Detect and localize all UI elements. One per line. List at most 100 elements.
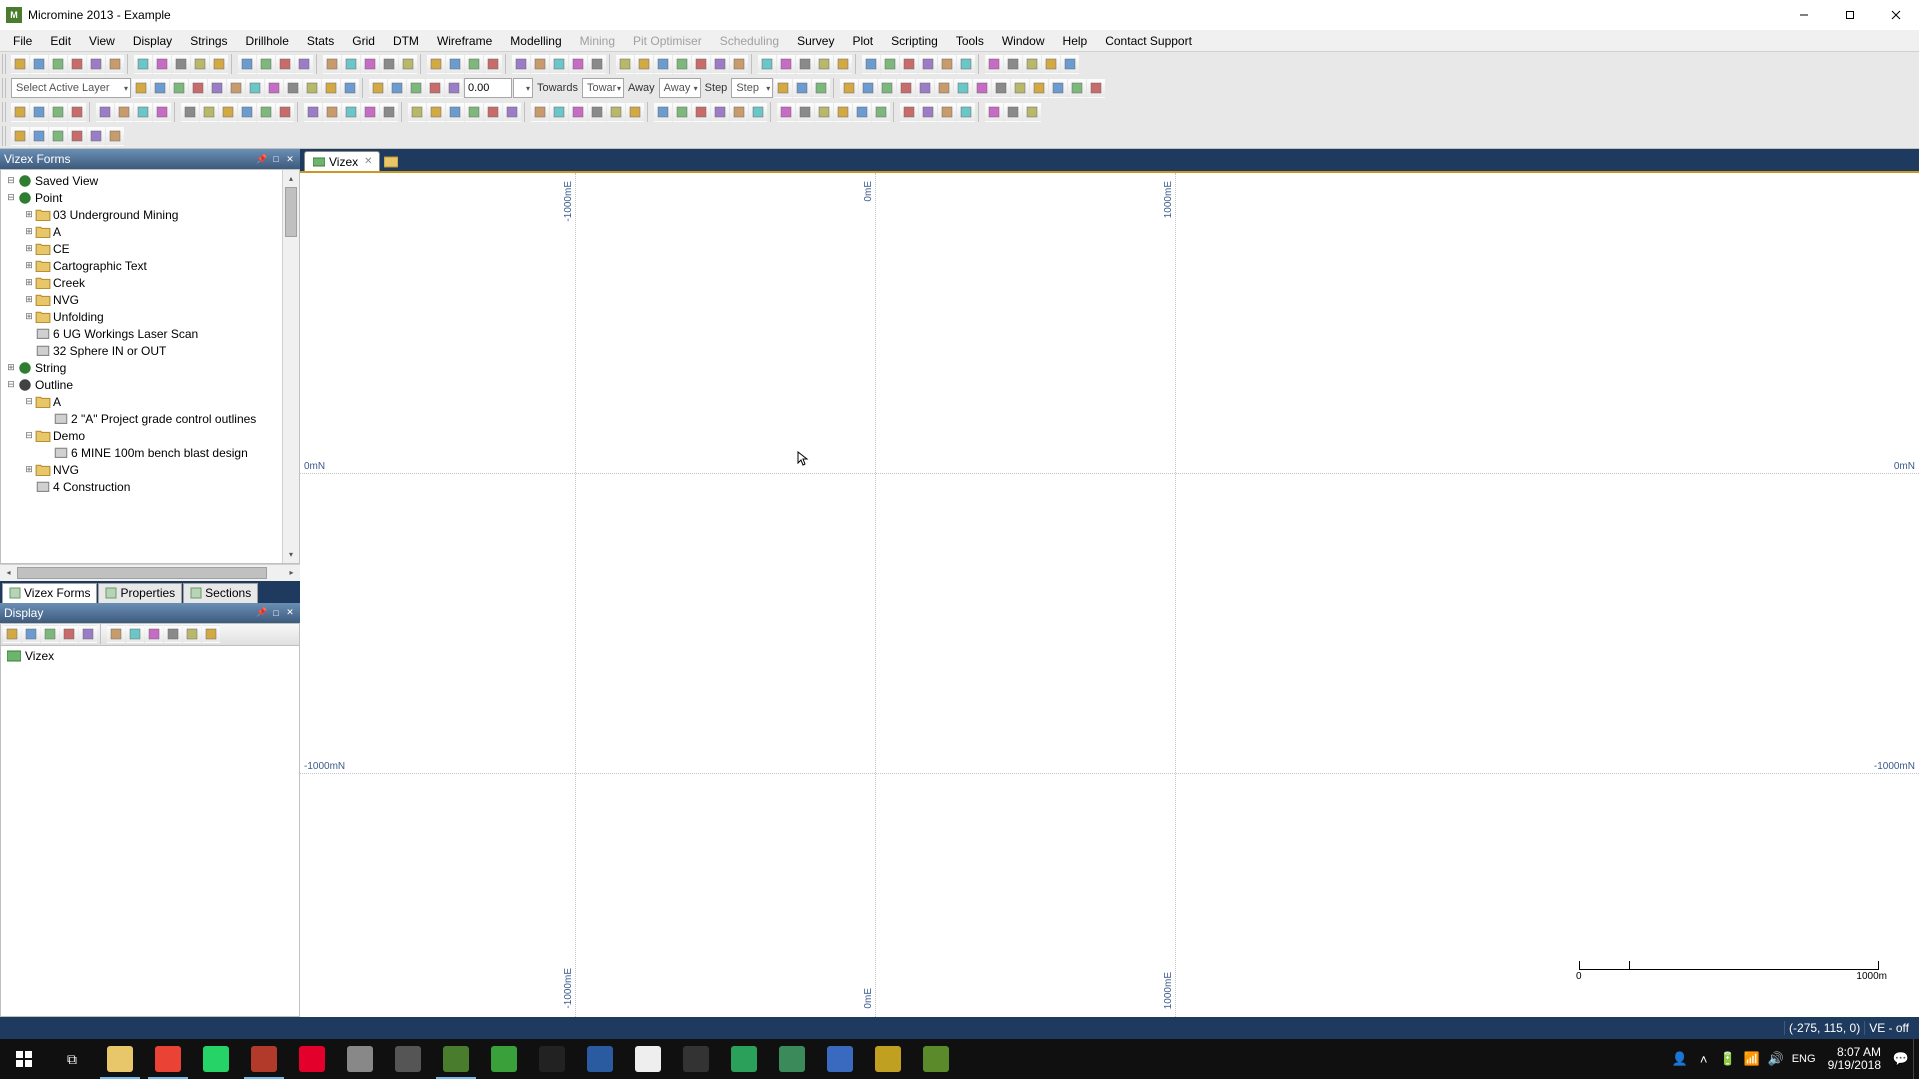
- tb1-btn-15[interactable]: [323, 54, 341, 74]
- tb1-btn-44[interactable]: [919, 54, 937, 74]
- toolbar-handle[interactable]: [2, 126, 8, 146]
- tb3-btn-28[interactable]: [588, 102, 606, 122]
- menu-view[interactable]: View: [80, 32, 124, 50]
- tb3-btn-11[interactable]: [238, 102, 256, 122]
- tb3-btn-33[interactable]: [692, 102, 710, 122]
- close-button[interactable]: [1873, 0, 1919, 30]
- tb1-btn-41[interactable]: [862, 54, 880, 74]
- tb1-btn-20[interactable]: [427, 54, 445, 74]
- tb2d-btn-1[interactable]: [859, 78, 877, 98]
- tree-row[interactable]: 4 Construction: [1, 478, 299, 495]
- tree-row[interactable]: ⊞NVG: [1, 461, 299, 478]
- menu-file[interactable]: File: [4, 32, 41, 50]
- tb1-btn-48[interactable]: [1004, 54, 1022, 74]
- panel-close-icon[interactable]: ✕: [284, 153, 296, 165]
- tb2a-btn-5[interactable]: [227, 78, 245, 98]
- expand-icon[interactable]: ⊞: [23, 260, 35, 272]
- collapse-icon[interactable]: ⊟: [5, 379, 17, 391]
- taskbar-app-teal[interactable]: [720, 1039, 768, 1079]
- tree-scrollbar-h[interactable]: ◂ ▸: [0, 564, 300, 581]
- tb1-btn-35[interactable]: [730, 54, 748, 74]
- tb1-btn-2[interactable]: [49, 54, 67, 74]
- tb3-btn-12[interactable]: [257, 102, 275, 122]
- menu-dtm[interactable]: DTM: [384, 32, 428, 50]
- disp-tb-btn-9[interactable]: [183, 625, 201, 643]
- tb1-btn-42[interactable]: [881, 54, 899, 74]
- tb3-btn-29[interactable]: [607, 102, 625, 122]
- tb3-btn-4[interactable]: [96, 102, 114, 122]
- display-item[interactable]: Vizex: [1, 646, 299, 666]
- menu-display[interactable]: Display: [124, 32, 181, 50]
- tb3-btn-8[interactable]: [181, 102, 199, 122]
- tb1-btn-36[interactable]: [758, 54, 776, 74]
- tb3-btn-9[interactable]: [200, 102, 218, 122]
- tb3-btn-27[interactable]: [569, 102, 587, 122]
- tb4-btn-2[interactable]: [49, 126, 67, 146]
- menu-help[interactable]: Help: [1054, 32, 1097, 50]
- panel-pin-icon[interactable]: 📌: [256, 153, 268, 165]
- tb4-btn-1[interactable]: [30, 126, 48, 146]
- taskview-button[interactable]: ⧉: [48, 1039, 96, 1079]
- tb2b-btn-1[interactable]: [388, 78, 406, 98]
- collapse-icon[interactable]: ⊟: [23, 430, 35, 442]
- menu-contact-support[interactable]: Contact Support: [1096, 32, 1201, 50]
- tb3-btn-41[interactable]: [853, 102, 871, 122]
- tree-row[interactable]: ⊟Saved View: [1, 172, 299, 189]
- new-tab-button[interactable]: [382, 153, 400, 171]
- tray-people-icon[interactable]: 👤: [1668, 1039, 1692, 1079]
- tb2d-btn-3[interactable]: [897, 78, 915, 98]
- tb2d-btn-0[interactable]: [840, 78, 858, 98]
- tb3-btn-14[interactable]: [304, 102, 322, 122]
- tb3-btn-15[interactable]: [323, 102, 341, 122]
- tb2c-btn-1[interactable]: [793, 78, 811, 98]
- tb2a-btn-6[interactable]: [246, 78, 264, 98]
- taskbar-notes[interactable]: [624, 1039, 672, 1079]
- menu-strings[interactable]: Strings: [181, 32, 236, 50]
- tb1-btn-47[interactable]: [985, 54, 1003, 74]
- tb1-btn-10[interactable]: [210, 54, 228, 74]
- tree-row[interactable]: ⊞Unfolding: [1, 308, 299, 325]
- tb1-btn-18[interactable]: [380, 54, 398, 74]
- towards-combo[interactable]: Towar: [582, 78, 624, 98]
- tb1-btn-16[interactable]: [342, 54, 360, 74]
- tb1-btn-17[interactable]: [361, 54, 379, 74]
- tb1-btn-31[interactable]: [654, 54, 672, 74]
- tb1-btn-26[interactable]: [550, 54, 568, 74]
- tb1-btn-25[interactable]: [531, 54, 549, 74]
- taskbar-mail1[interactable]: [336, 1039, 384, 1079]
- expand-icon[interactable]: ⊞: [23, 243, 35, 255]
- tb3-btn-38[interactable]: [796, 102, 814, 122]
- tb3-btn-48[interactable]: [1004, 102, 1022, 122]
- menu-grid[interactable]: Grid: [343, 32, 384, 50]
- tb2b-btn-4[interactable]: [445, 78, 463, 98]
- tb3-btn-42[interactable]: [872, 102, 890, 122]
- tray-volume-icon[interactable]: 🔊: [1764, 1039, 1788, 1079]
- taskbar-obs[interactable]: [528, 1039, 576, 1079]
- tb1-btn-49[interactable]: [1023, 54, 1041, 74]
- tb3-btn-13[interactable]: [276, 102, 294, 122]
- tree-row[interactable]: ⊟Demo: [1, 427, 299, 444]
- tb2d-btn-12[interactable]: [1068, 78, 1086, 98]
- tree-row[interactable]: ⊟Outline: [1, 376, 299, 393]
- tb2d-btn-6[interactable]: [954, 78, 972, 98]
- taskbar-app-green[interactable]: [480, 1039, 528, 1079]
- tb2d-btn-8[interactable]: [992, 78, 1010, 98]
- tb1-btn-12[interactable]: [257, 54, 275, 74]
- tb3-btn-43[interactable]: [900, 102, 918, 122]
- menu-stats[interactable]: Stats: [298, 32, 343, 50]
- numeric-dropdown[interactable]: [513, 78, 533, 98]
- tb2a-btn-3[interactable]: [189, 78, 207, 98]
- disp-tb-btn-4[interactable]: [79, 625, 97, 643]
- taskbar-whatsapp[interactable]: [192, 1039, 240, 1079]
- tb1-btn-27[interactable]: [569, 54, 587, 74]
- expand-icon[interactable]: ⊞: [23, 226, 35, 238]
- collapse-icon[interactable]: ⊟: [23, 396, 35, 408]
- viewport-tab[interactable]: Vizex ✕: [304, 151, 380, 171]
- tb3-btn-5[interactable]: [115, 102, 133, 122]
- tb4-btn-3[interactable]: [68, 126, 86, 146]
- tb1-btn-5[interactable]: [106, 54, 124, 74]
- tb3-btn-24[interactable]: [503, 102, 521, 122]
- tb2d-btn-5[interactable]: [935, 78, 953, 98]
- tb4-btn-0[interactable]: [11, 126, 29, 146]
- tb2a-btn-4[interactable]: [208, 78, 226, 98]
